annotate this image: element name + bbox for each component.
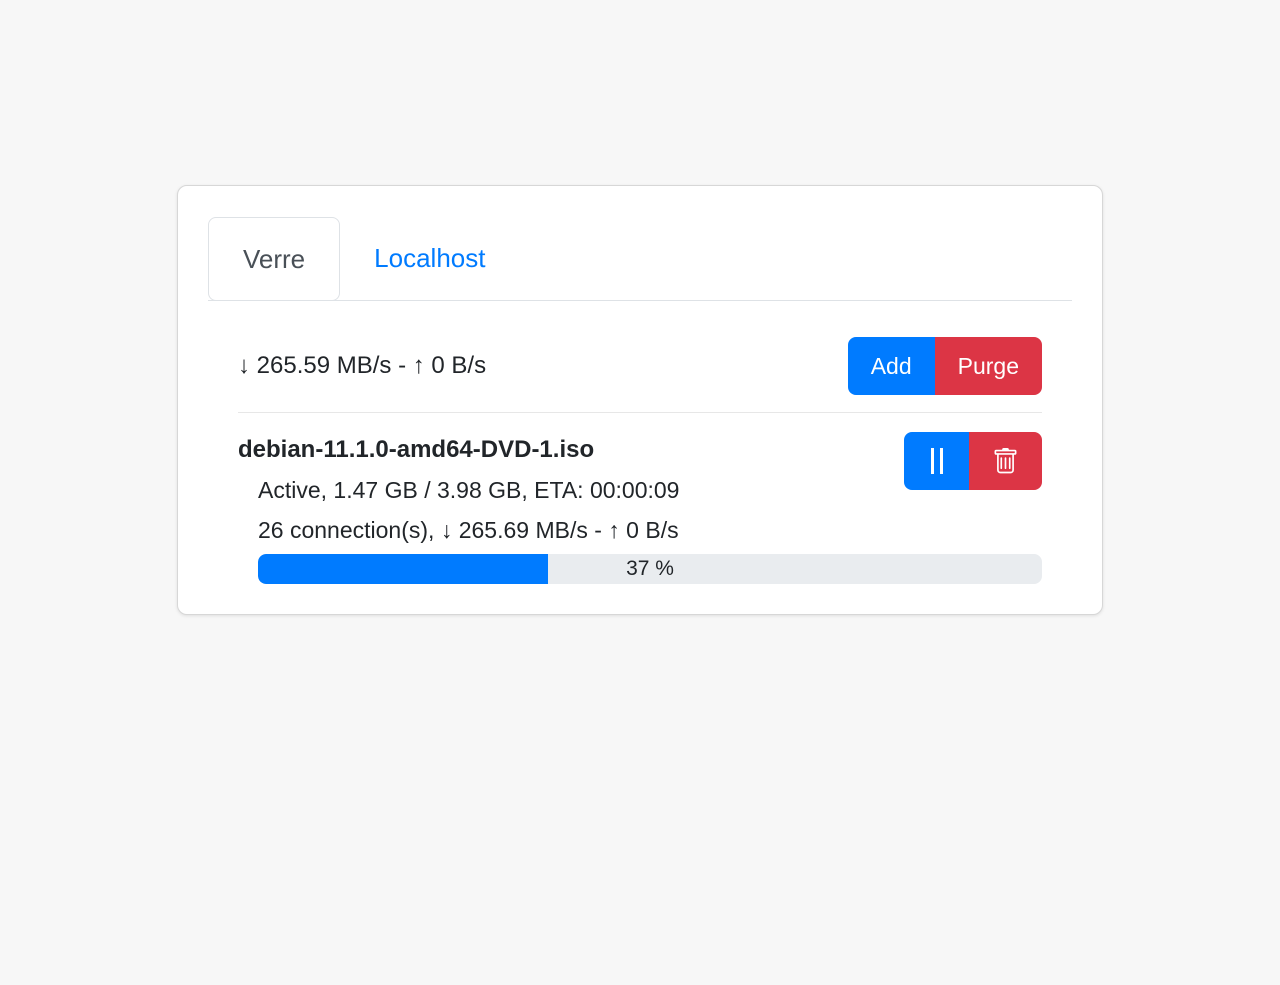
trash-icon [992, 448, 1019, 475]
progress-bar: 37 % [258, 554, 1042, 584]
tab-verre[interactable]: Verre [208, 217, 340, 301]
pause-icon [931, 448, 943, 474]
toolbar-row: ↓ 265.59 MB/s - ↑ 0 B/s Add Purge [238, 337, 1042, 395]
tab-verre-label: Verre [243, 244, 305, 275]
tab-localhost[interactable]: Localhost [340, 216, 519, 300]
download-connections: 26 connection(s), ↓ 265.69 MB/s - ↑ 0 B/… [258, 510, 1042, 550]
tab-localhost-label: Localhost [374, 243, 485, 274]
item-button-group [904, 432, 1042, 490]
tab-pane-verre: ↓ 265.59 MB/s - ↑ 0 B/s Add Purge debian… [208, 301, 1072, 584]
divider [238, 412, 1042, 413]
remove-button[interactable] [969, 432, 1042, 490]
purge-button[interactable]: Purge [935, 337, 1042, 395]
pause-button[interactable] [904, 432, 969, 490]
download-item: debian-11.1.0-amd64-DVD-1.iso Active, 1.… [238, 430, 1042, 584]
download-manager-card: Verre Localhost ↓ 265.59 MB/s - ↑ 0 B/s … [177, 185, 1103, 615]
tab-bar: Verre Localhost [208, 216, 1072, 301]
global-speed-summary: ↓ 265.59 MB/s - ↑ 0 B/s [238, 352, 486, 380]
progress-label: 37 % [258, 554, 1042, 584]
add-button[interactable]: Add [848, 337, 935, 395]
toolbar-button-group: Add Purge [848, 337, 1042, 395]
